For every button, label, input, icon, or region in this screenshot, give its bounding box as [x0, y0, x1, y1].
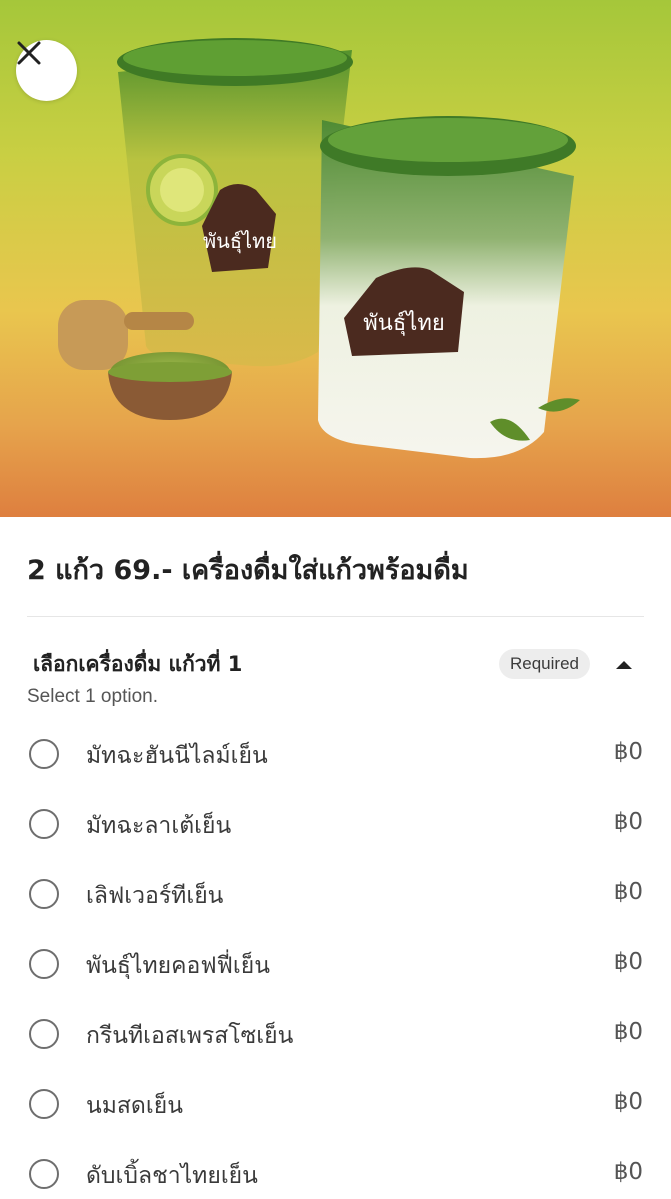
option-price: ฿0	[613, 879, 643, 905]
radio-button[interactable]	[29, 879, 59, 909]
svg-text:พันธุ์ไทย: พันธุ์ไทย	[203, 229, 277, 254]
option-price: ฿0	[613, 1089, 643, 1115]
svg-text:พันธุ์ไทย: พันธุ์ไทย	[363, 310, 444, 336]
options-list: มัทฉะฮันนีไลม์เย็น ฿0 มัทฉะลาเต้เย็น ฿0 …	[0, 722, 671, 1199]
option-label: มัทฉะฮันนีไลม์เย็น	[86, 743, 268, 769]
option-label: เลิฟเวอร์ทีเย็น	[86, 883, 224, 909]
radio-button[interactable]	[29, 809, 59, 839]
radio-button[interactable]	[29, 949, 59, 979]
option-price: ฿0	[613, 1159, 643, 1185]
option-price: ฿0	[613, 809, 643, 835]
radio-button[interactable]	[29, 1159, 59, 1189]
option-price: ฿0	[613, 1019, 643, 1045]
divider	[27, 616, 644, 617]
option-row-2[interactable]: มัทฉะลาเต้เย็น ฿0	[0, 792, 671, 862]
option-row-1[interactable]: มัทฉะฮันนีไลม์เย็น ฿0	[0, 722, 671, 792]
option-label: พันธุ์ไทยคอฟฟี่เย็น	[86, 953, 270, 979]
option-group-title: เลือกเครื่องดื่ม แก้วที่ 1	[33, 652, 243, 676]
radio-button[interactable]	[29, 739, 59, 769]
close-button[interactable]	[16, 40, 77, 101]
option-price: ฿0	[613, 949, 643, 975]
option-row-6[interactable]: นมสดเย็น ฿0	[0, 1072, 671, 1142]
option-row-7[interactable]: ดับเบิ้ลชาไทยเย็น ฿0	[0, 1142, 671, 1199]
option-group-subtitle: Select 1 option.	[27, 686, 158, 707]
item-detail-page: พันธุ์ไทย พันธุ์ไทย 2 แก้ว 69.- เครื่องด…	[0, 0, 671, 1199]
option-label: ดับเบิ้ลชาไทยเย็น	[86, 1163, 258, 1189]
product-image: พันธุ์ไทย พันธุ์ไทย	[0, 0, 671, 517]
option-label: นมสดเย็น	[86, 1093, 183, 1119]
option-label: มัทฉะลาเต้เย็น	[86, 813, 232, 839]
required-badge: Required	[499, 649, 590, 679]
option-label: กรีนทีเอสเพรสโซเย็น	[86, 1023, 294, 1049]
option-price: ฿0	[613, 739, 643, 765]
drinks-illustration: พันธุ์ไทย พันธุ์ไทย	[58, 38, 580, 459]
caret-up-icon	[616, 660, 632, 669]
close-icon	[17, 41, 41, 65]
option-row-5[interactable]: กรีนทีเอสเพรสโซเย็น ฿0	[0, 1002, 671, 1072]
radio-button[interactable]	[29, 1089, 59, 1119]
option-row-3[interactable]: เลิฟเวอร์ทีเย็น ฿0	[0, 862, 671, 932]
collapse-toggle-button[interactable]	[612, 654, 636, 674]
option-row-4[interactable]: พันธุ์ไทยคอฟฟี่เย็น ฿0	[0, 932, 671, 1002]
item-title: 2 แก้ว 69.- เครื่องดื่มใส่แก้วพร้อมดื่ม	[27, 555, 469, 586]
radio-button[interactable]	[29, 1019, 59, 1049]
